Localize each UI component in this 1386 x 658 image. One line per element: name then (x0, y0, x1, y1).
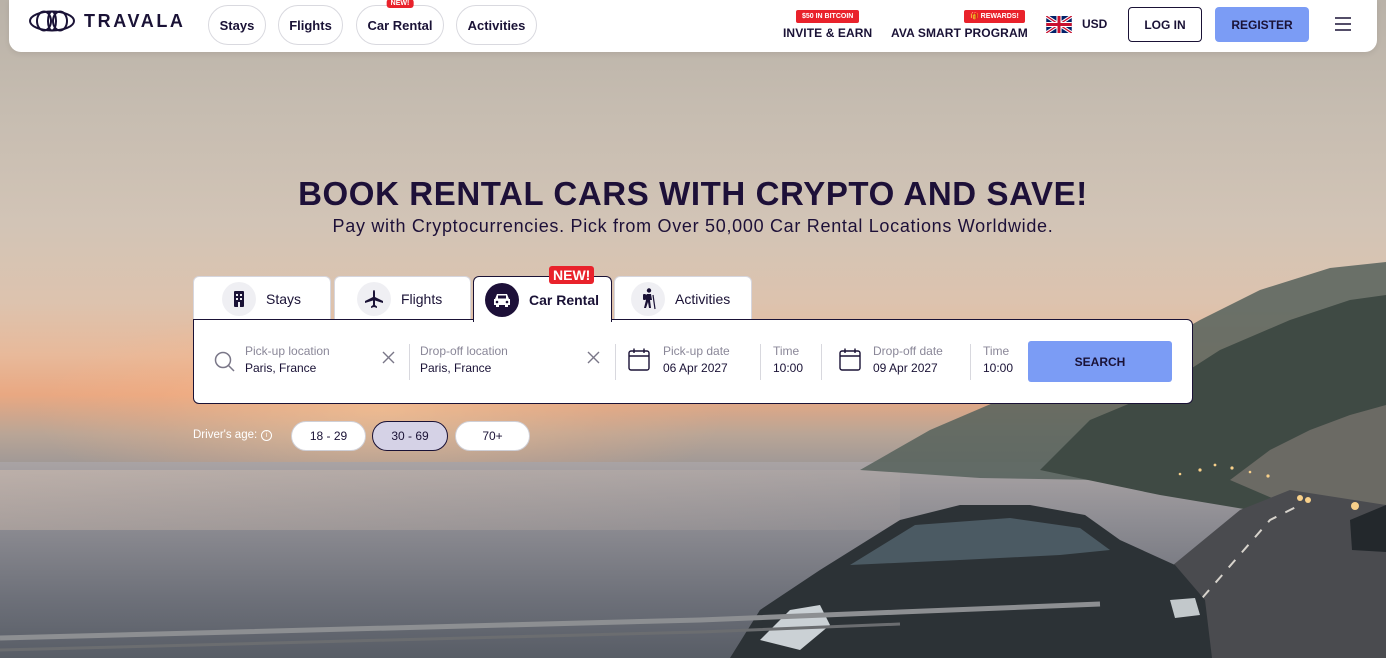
ava-smart-program-link[interactable]: 🎁 REWARDS! AVA SMART PROGRAM (891, 10, 1028, 40)
tab-label: Flights (401, 290, 443, 307)
tab-activities[interactable]: Activities (614, 276, 752, 320)
pickup-time-value: 10:00 (773, 361, 804, 375)
invite-label: INVITE & EARN (783, 26, 873, 40)
divider (821, 344, 822, 380)
hamburger-menu-icon[interactable] (1335, 15, 1351, 33)
age-option-30-69[interactable]: 30 - 69 (372, 421, 448, 451)
dropoff-location-label: Drop-off location (420, 344, 508, 358)
dropoff-time-value: 10:00 (983, 361, 1014, 375)
travala-logo[interactable]: TRAVALA (28, 10, 186, 32)
pickup-time-label: Time (773, 344, 800, 358)
bitcoin-promo-badge: $50 IN BITCOIN (795, 10, 860, 23)
tab-stays[interactable]: Stays (193, 276, 331, 320)
logo-mark-icon (29, 10, 75, 32)
age-option-70-plus[interactable]: 70+ (455, 421, 530, 451)
uk-flag-icon[interactable] (1046, 16, 1072, 33)
new-badge: NEW! (386, 0, 414, 8)
divider (760, 344, 761, 380)
building-icon (222, 281, 256, 316)
pickup-time-input[interactable]: Time 10:00 (773, 344, 803, 375)
new-badge: NEW! (549, 266, 595, 284)
nav-tab-stays[interactable]: Stays (208, 5, 266, 45)
dropoff-location-input[interactable]: Drop-off location Paris, France (420, 344, 508, 375)
search-icon (214, 351, 235, 372)
airplane-icon (357, 281, 391, 316)
hiker-icon (631, 281, 665, 316)
register-button[interactable]: REGISTER (1215, 7, 1309, 42)
pickup-location-input[interactable]: Pick-up location Paris, France (245, 344, 330, 375)
road-guardrail (0, 601, 1101, 652)
currency-selector[interactable]: USD (1082, 17, 1107, 31)
divider (970, 344, 971, 380)
pickup-date-value: 06 Apr 2027 (663, 361, 728, 375)
login-button[interactable]: LOG IN (1128, 7, 1202, 42)
tab-label: Car Rental (529, 291, 600, 308)
calendar-icon (839, 348, 861, 371)
dropoff-location-value: Paris, France (420, 361, 492, 375)
age-option-18-29[interactable]: 18 - 29 (291, 421, 366, 451)
nav-tab-label: Car Rental (367, 17, 433, 33)
pickup-date-label: Pick-up date (663, 344, 730, 358)
driver-age-label: Driver's age: i (193, 429, 273, 441)
calendar-icon (628, 348, 650, 371)
smart-program-label: AVA SMART PROGRAM (891, 26, 1028, 40)
age-option-label: 70+ (482, 429, 503, 443)
dropoff-date-label: Drop-off date (873, 344, 943, 358)
nav-tab-activities[interactable]: Activities (456, 5, 537, 45)
car-icon (485, 282, 519, 317)
dropoff-time-input[interactable]: Time 10:00 (983, 344, 1013, 375)
tab-label: Stays (266, 290, 302, 307)
divider (615, 344, 616, 380)
nav-tab-label: Activities (467, 17, 526, 33)
clear-pickup-icon[interactable] (382, 351, 395, 364)
divider (409, 344, 410, 380)
brand-name: TRAVALA (84, 10, 186, 31)
top-navigation-bar: TRAVALA Stays Flights NEW! Car Rental Ac… (9, 0, 1377, 52)
dropoff-date-value: 09 Apr 2027 (873, 361, 938, 375)
nav-tab-flights[interactable]: Flights (278, 5, 343, 45)
nav-tab-label: Flights (289, 17, 332, 33)
hero-title: BOOK RENTAL CARS WITH CRYPTO AND SAVE! (298, 175, 1088, 212)
search-button[interactable]: SEARCH (1028, 341, 1172, 382)
invite-and-earn-link[interactable]: $50 IN BITCOIN INVITE & EARN (783, 10, 872, 40)
tab-flights[interactable]: Flights (334, 276, 471, 320)
info-icon[interactable]: i (261, 429, 273, 441)
age-option-label: 30 - 69 (391, 429, 429, 443)
dropoff-date-input[interactable]: Drop-off date 09 Apr 2027 (873, 344, 943, 375)
pickup-date-input[interactable]: Pick-up date 06 Apr 2027 (663, 344, 730, 375)
pickup-location-value: Paris, France (245, 361, 317, 375)
driver-age-text: Driver's age: (193, 429, 258, 441)
tab-car-rental[interactable]: NEW! Car Rental (473, 266, 612, 322)
hero-subtitle: Pay with Cryptocurrencies. Pick from Ove… (332, 216, 1054, 236)
car-rental-search-form: Pick-up location Paris, France Drop-off … (193, 319, 1193, 404)
nav-tab-label: Stays (219, 17, 255, 33)
dropoff-time-label: Time (983, 344, 1010, 358)
clear-dropoff-icon[interactable] (587, 351, 600, 364)
tab-label: Activities (675, 290, 731, 307)
pickup-location-label: Pick-up location (245, 344, 330, 358)
nav-tab-car-rental[interactable]: NEW! Car Rental (356, 0, 444, 45)
rewards-badge: 🎁 REWARDS! (964, 10, 1025, 23)
age-option-label: 18 - 29 (309, 429, 348, 443)
